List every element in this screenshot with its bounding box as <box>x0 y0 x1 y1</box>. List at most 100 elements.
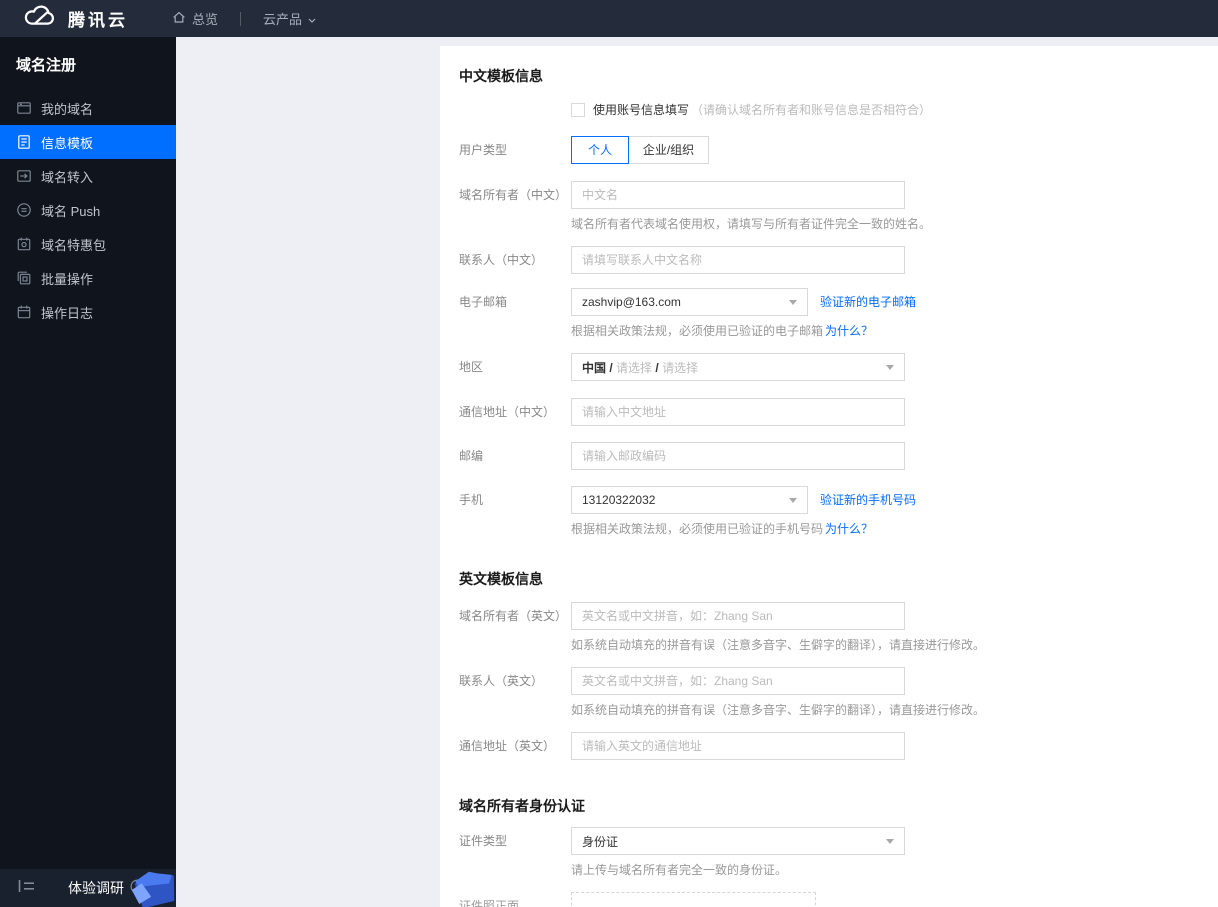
sidebar-item-my-domains[interactable]: 我的域名 <box>0 91 176 125</box>
field-help: 如系统自动填充的拼音有误（注意多音字、生僻字的翻译），请直接进行修改。 <box>571 638 986 652</box>
sidebar-item-operation-logs[interactable]: 操作日志 <box>0 295 176 329</box>
why-phone-link[interactable]: 为什么？ <box>825 522 873 536</box>
owner-en-input[interactable] <box>571 602 905 630</box>
batch-icon <box>16 270 32 286</box>
field-label: 域名所有者（中文） <box>459 188 568 202</box>
field-label: 通信地址（英文） <box>459 739 556 753</box>
owner-en-row: 域名所有者（英文） 如系统自动填充的拼音有误（注意多音字、生僻字的翻译），请直接… <box>459 602 1188 653</box>
home-icon <box>172 10 186 27</box>
user-type-org-button[interactable]: 企业/组织 <box>628 136 709 164</box>
why-email-link[interactable]: 为什么？ <box>825 324 873 338</box>
survey-label: 体验调研 <box>68 880 124 896</box>
field-label: 联系人（英文） <box>459 674 544 688</box>
sidebar-item-domain-push[interactable]: 域名 Push <box>0 193 176 227</box>
zip-row: 邮编 <box>459 442 1188 470</box>
field-label: 联系人（中文） <box>459 253 544 267</box>
chevron-down-icon <box>308 11 316 26</box>
sidebar-item-label: 操作日志 <box>41 305 94 321</box>
sidebar-footer: 体验调研 <box>0 869 176 907</box>
email-row: 电子邮箱 zashvip@163.com 验证新的电子邮箱 根据相关政策法规，必… <box>459 288 1188 339</box>
field-label: 邮编 <box>459 449 484 463</box>
sidebar-item-label: 我的域名 <box>41 101 94 117</box>
address-en-input[interactable] <box>571 732 905 760</box>
section-title-cn-template: 中文模板信息 <box>459 68 543 84</box>
owner-cn-input[interactable] <box>571 181 905 209</box>
contact-cn-row: 联系人（中文） <box>459 246 1188 274</box>
sidebar-item-label: 域名转入 <box>41 169 94 185</box>
top-navbar: 腾讯云 总览 云产品 <box>0 0 1218 37</box>
user-type-personal-button[interactable]: 个人 <box>571 136 629 164</box>
field-help: 根据相关政策法规，必须使用已验证的电子邮箱 为什么？ <box>571 324 874 338</box>
sidebar-menu: 我的域名 信息模板 域名转入 域名 Push 域名特惠包 批量操作 操作日志 <box>0 91 176 329</box>
package-icon <box>16 236 32 252</box>
address-cn-row: 通信地址（中文） <box>459 398 1188 426</box>
main-content: 中文模板信息 使用账号信息填写 （请确认域名所有者和账号信息是否相符合） 用户类… <box>176 37 1218 907</box>
verify-email-link[interactable]: 验证新的电子邮箱 <box>820 288 916 316</box>
select-arrow-icon <box>886 364 894 370</box>
email-select[interactable]: zashvip@163.com <box>571 288 808 316</box>
region-value: 中国 / 请选择 / 请选择 <box>582 360 699 375</box>
sidebar-item-label: 信息模板 <box>41 135 94 151</box>
contact-cn-input[interactable] <box>571 246 905 274</box>
sidebar-item-label: 域名特惠包 <box>41 237 107 253</box>
owner-cn-row: 域名所有者（中文） 域名所有者代表域名使用权，请填写与所有者证件完全一致的姓名。 <box>459 181 1188 232</box>
sidebar-item-domain-packages[interactable]: 域名特惠包 <box>0 227 176 261</box>
collapse-sidebar-icon[interactable] <box>18 879 36 898</box>
use-account-row: 使用账号信息填写 （请确认域名所有者和账号信息是否相符合） <box>459 101 1188 118</box>
survey-folder-illustration <box>124 869 176 907</box>
use-account-note: （请确认域名所有者和账号信息是否相符合） <box>691 103 932 117</box>
sidebar-item-label: 批量操作 <box>41 271 94 287</box>
sidebar-title: 域名注册 <box>16 57 77 74</box>
field-help: 根据相关政策法规，必须使用已验证的手机号码 为什么？ <box>571 522 874 536</box>
nav-divider <box>240 11 242 26</box>
contact-en-row: 联系人（英文） 如系统自动填充的拼音有误（注意多音字、生僻字的翻译），请直接进行… <box>459 667 1188 718</box>
nav-products-label: 云产品 <box>263 12 303 27</box>
address-en-row: 通信地址（英文） <box>459 732 1188 760</box>
field-label: 手机 <box>459 493 484 507</box>
sidebar: 域名注册 我的域名 信息模板 域名转入 域名 Push 域名特惠包 批量操作 操… <box>0 37 176 907</box>
sidebar-item-batch-operations[interactable]: 批量操作 <box>0 261 176 295</box>
verify-phone-link[interactable]: 验证新的手机号码 <box>820 486 916 514</box>
use-account-label: 使用账号信息填写 <box>593 103 690 117</box>
address-cn-input[interactable] <box>571 398 905 426</box>
field-label: 电子邮箱 <box>459 295 508 309</box>
phone-select[interactable]: 13120322032 <box>571 486 808 514</box>
sidebar-item-label: 域名 Push <box>41 203 101 219</box>
phone-row: 手机 13120322032 验证新的手机号码 根据相关政策法规，必须使用已验证… <box>459 486 1188 537</box>
sidebar-item-domain-transfer-in[interactable]: 域名转入 <box>0 159 176 193</box>
form-panel: 中文模板信息 使用账号信息填写 （请确认域名所有者和账号信息是否相符合） 用户类… <box>440 46 1218 907</box>
user-type-row: 用户类型 个人 企业/组织 <box>459 136 1188 164</box>
region-row: 地区 中国 / 请选择 / 请选择 <box>459 353 1188 381</box>
field-label: 通信地址（中文） <box>459 405 556 419</box>
template-icon <box>16 134 32 150</box>
contact-en-input[interactable] <box>571 667 905 695</box>
field-help: 如系统自动填充的拼音有误（注意多音字、生僻字的翻译），请直接进行修改。 <box>571 703 986 717</box>
push-icon <box>16 202 32 218</box>
cert-type-select[interactable]: 身份证 <box>571 827 905 855</box>
field-help: 域名所有者代表域名使用权，请填写与所有者证件完全一致的姓名。 <box>571 217 932 231</box>
brand-title: 腾讯云 <box>68 11 128 30</box>
app-root: 腾讯云 总览 云产品 域名注册 我的域名 信息模板 域名转入 域名 Push 域… <box>0 0 1218 907</box>
field-help: 请上传与域名所有者完全一致的身份证。 <box>571 863 788 877</box>
field-label: 证件照正面 <box>459 899 520 907</box>
zip-input[interactable] <box>571 442 905 470</box>
nav-overview[interactable]: 总览 <box>172 9 218 28</box>
section-title-en-template: 英文模板信息 <box>459 571 543 587</box>
tencent-cloud-logo-icon <box>22 4 58 33</box>
region-select[interactable]: 中国 / 请选择 / 请选择 <box>571 353 905 381</box>
nav-cloud-products[interactable]: 云产品 <box>263 9 316 28</box>
brand[interactable]: 腾讯云 <box>22 4 128 33</box>
cert-type-value: 身份证 <box>582 834 619 849</box>
field-label: 地区 <box>459 360 484 374</box>
phone-value: 13120322032 <box>582 493 656 507</box>
sidebar-item-info-template[interactable]: 信息模板 <box>0 125 176 159</box>
cert-photo-upload[interactable] <box>571 892 816 907</box>
field-label: 域名所有者（英文） <box>459 609 568 623</box>
cert-photo-row: 证件照正面 <box>459 892 1188 907</box>
select-arrow-icon <box>789 299 797 305</box>
cert-type-row: 证件类型 身份证 请上传与域名所有者完全一致的身份证。 <box>459 827 1188 878</box>
select-arrow-icon <box>886 838 894 844</box>
email-value: zashvip@163.com <box>582 295 681 309</box>
use-account-checkbox[interactable] <box>571 102 585 117</box>
field-label: 证件类型 <box>459 834 508 848</box>
